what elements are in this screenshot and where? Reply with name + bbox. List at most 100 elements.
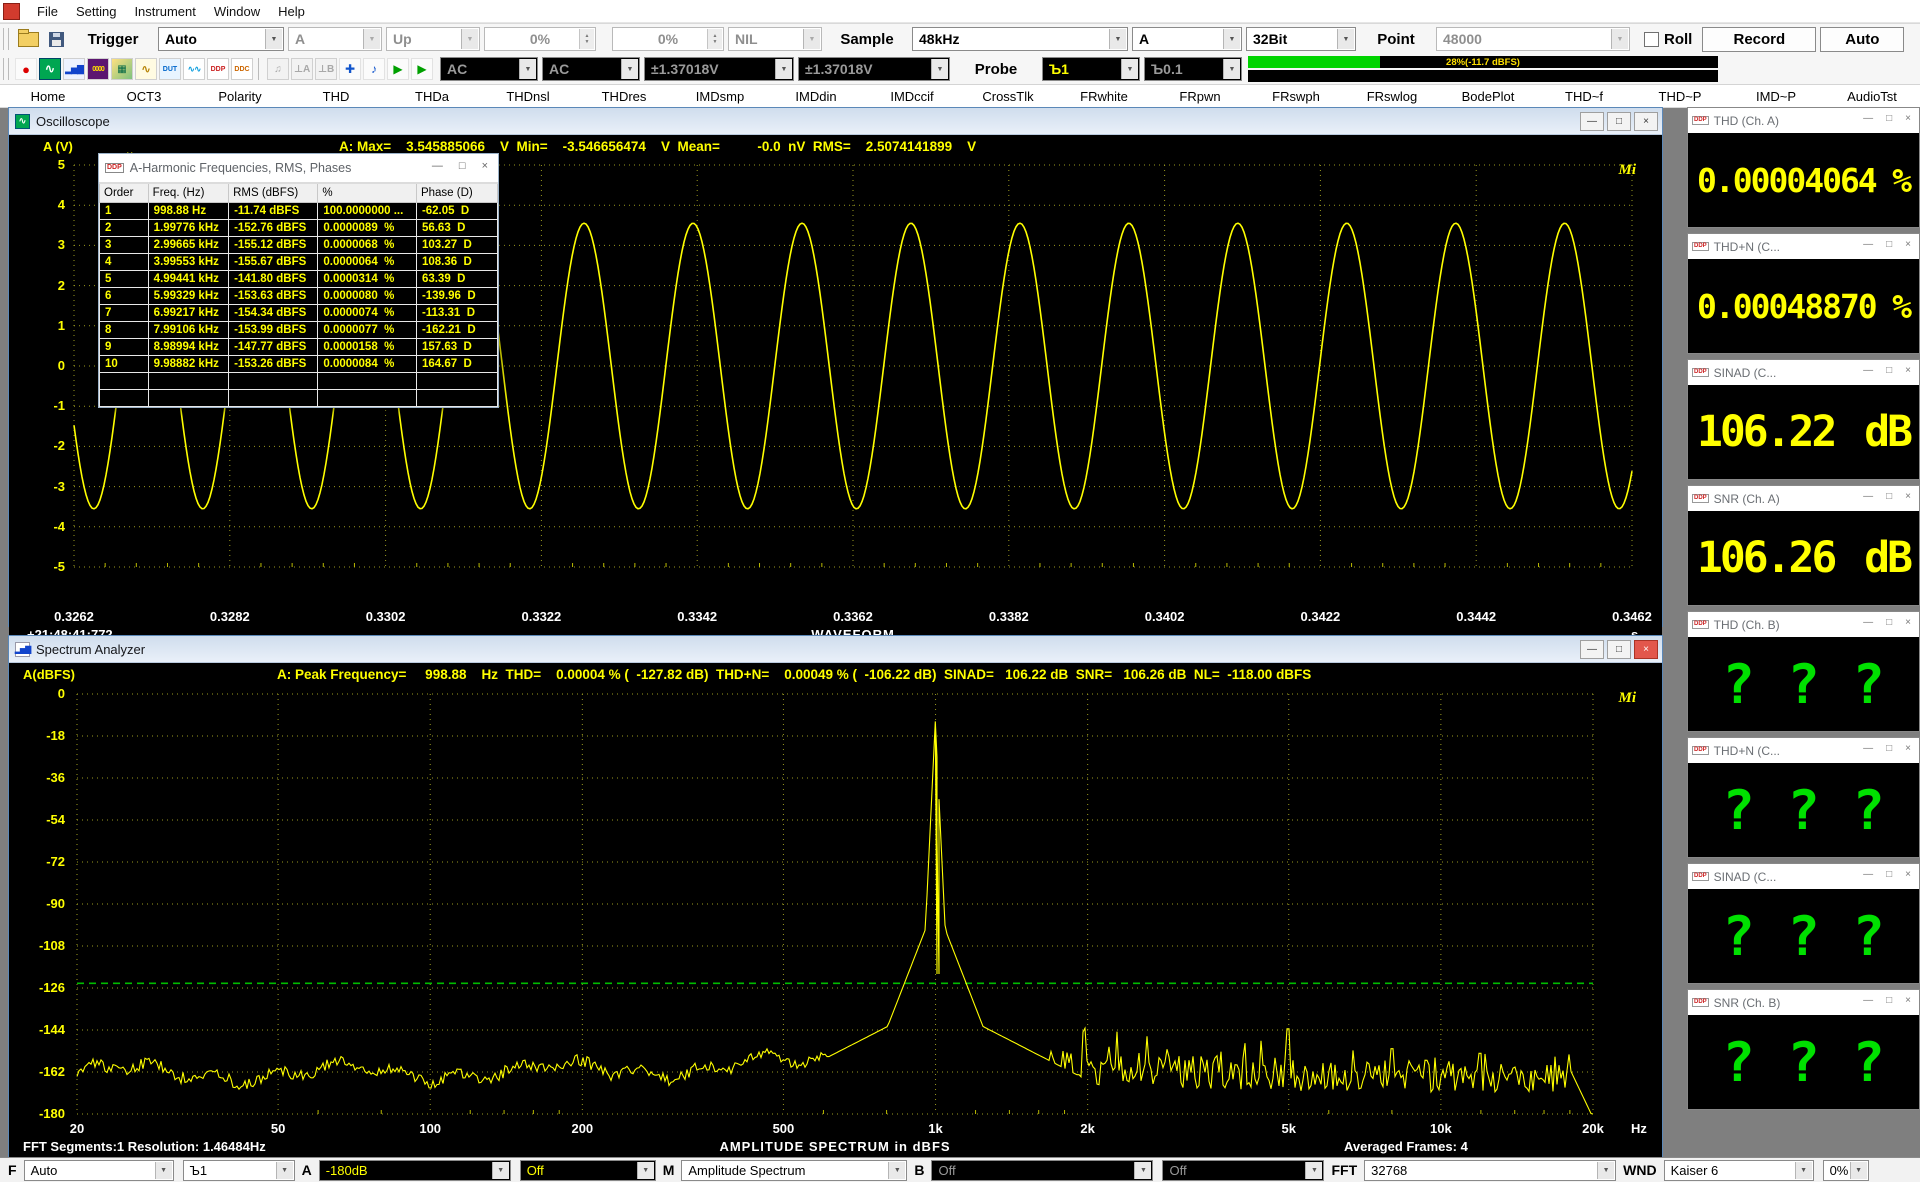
minimize-button[interactable]: — xyxy=(1863,113,1873,124)
close-button[interactable]: × xyxy=(1905,239,1911,250)
minimize-button[interactable]: — xyxy=(1863,743,1873,754)
dropdown-arrow-icon[interactable]: ▼ xyxy=(1795,1162,1812,1179)
toolbar-grip[interactable] xyxy=(3,58,9,80)
maximize-button[interactable]: □ xyxy=(1886,365,1892,376)
minimize-button[interactable]: — xyxy=(1863,617,1873,628)
trigger-level-stepper[interactable]: 0%▲▼ xyxy=(484,27,596,51)
spectrum-titlebar[interactable]: ▂▅▇ Spectrum Analyzer — □ × xyxy=(9,636,1662,663)
dropdown-arrow-icon[interactable]: ▼ xyxy=(155,1162,172,1179)
close-button[interactable]: × xyxy=(1905,617,1911,628)
maximize-button[interactable]: □ xyxy=(1886,869,1892,880)
frequency-mode-select[interactable]: Auto▼ xyxy=(24,1160,174,1181)
tab-audiotst[interactable]: AudioTst xyxy=(1824,85,1920,107)
auto-button[interactable]: Auto xyxy=(1820,27,1904,52)
minimize-button[interactable]: — xyxy=(1863,365,1873,376)
maximize-button[interactable]: □ xyxy=(1886,995,1892,1006)
minimize-button[interactable]: — xyxy=(1863,239,1873,250)
minimize-button[interactable]: — xyxy=(1863,995,1873,1006)
menu-file[interactable]: File xyxy=(28,4,67,19)
maximize-button[interactable]: □ xyxy=(1886,617,1892,628)
dropdown-arrow-icon[interactable]: ▼ xyxy=(492,1162,509,1179)
window-function-select[interactable]: Kaiser 6▼ xyxy=(1664,1160,1814,1181)
trigger-delay-stepper[interactable]: 0%▲▼ xyxy=(612,27,724,51)
run-icon[interactable]: ▶ xyxy=(387,58,409,80)
dropdown-arrow-icon[interactable]: ▼ xyxy=(265,29,282,49)
close-button[interactable]: × xyxy=(1905,869,1911,880)
coupling-a-select[interactable]: AC▼ xyxy=(440,57,538,81)
tab-frwhite[interactable]: FRwhite xyxy=(1056,85,1152,107)
dropdown-arrow-icon[interactable]: ▼ xyxy=(621,59,638,79)
probe-calibration-icon[interactable]: ✚ xyxy=(339,58,361,80)
signal-generator-icon[interactable]: ∿ xyxy=(135,58,157,80)
maximize-button[interactable]: □ xyxy=(1886,743,1892,754)
meter-titlebar[interactable]: DDPTHD (Ch. A)—□× xyxy=(1688,108,1919,133)
tab-imdccif[interactable]: IMDccif xyxy=(864,85,960,107)
dropdown-arrow-icon[interactable]: ▼ xyxy=(1305,1162,1322,1179)
ddc-icon[interactable]: DDC xyxy=(231,58,253,80)
dropdown-arrow-icon[interactable]: ▼ xyxy=(888,1162,905,1179)
maximize-button[interactable]: □ xyxy=(1886,113,1892,124)
tab-thda[interactable]: THDa xyxy=(384,85,480,107)
reference-b-icon[interactable]: ⊥B xyxy=(315,58,337,80)
dropdown-arrow-icon[interactable]: ▼ xyxy=(637,1162,654,1179)
dropdown-arrow-icon[interactable]: ▼ xyxy=(1121,59,1138,79)
close-button[interactable]: × xyxy=(1905,491,1911,502)
menu-instrument[interactable]: Instrument xyxy=(125,4,204,19)
menu-window[interactable]: Window xyxy=(205,4,269,19)
tab-frpwn[interactable]: FRpwn xyxy=(1152,85,1248,107)
dropdown-arrow-icon[interactable]: ▼ xyxy=(1611,29,1628,49)
spectrum-3d-plot-icon[interactable]: ▦ xyxy=(111,58,133,80)
dropdown-arrow-icon[interactable]: ▼ xyxy=(1337,29,1354,49)
tab-thd~p[interactable]: THD~P xyxy=(1632,85,1728,107)
sample-channel-select[interactable]: A▼ xyxy=(1132,27,1242,51)
dropdown-arrow-icon[interactable]: ▼ xyxy=(1223,29,1240,49)
spectrum-analyzer-icon[interactable]: ▂▅▇ xyxy=(63,58,85,80)
meter-titlebar[interactable]: DDPSINAD (C...—□× xyxy=(1688,864,1919,889)
checkbox-icon[interactable] xyxy=(1644,32,1659,47)
dropdown-arrow-icon[interactable]: ▼ xyxy=(461,29,478,49)
b-extra-select[interactable]: Off▼ xyxy=(1162,1160,1324,1181)
fft-size-select[interactable]: 32768▼ xyxy=(1364,1160,1616,1181)
tab-thd[interactable]: THD xyxy=(288,85,384,107)
trigger-source-select[interactable]: A▼ xyxy=(288,27,382,51)
tab-frswph[interactable]: FRswph xyxy=(1248,85,1344,107)
close-button[interactable]: × xyxy=(1905,995,1911,1006)
range-b-select[interactable]: ±1.37018V▼ xyxy=(798,57,950,81)
minimize-button[interactable]: — xyxy=(1863,491,1873,502)
tab-home[interactable]: Home xyxy=(0,85,96,107)
maximize-button[interactable]: □ xyxy=(1886,491,1892,502)
record-button[interactable]: Record xyxy=(1702,27,1816,52)
meter-titlebar[interactable]: DDPTHD+N (C...—□× xyxy=(1688,234,1919,259)
tab-thdnsl[interactable]: THDnsl xyxy=(480,85,576,107)
run-single-icon[interactable]: ▶ xyxy=(411,58,433,80)
device-test-plan-icon[interactable]: DUT xyxy=(159,58,181,80)
derived-data-point-icon[interactable]: ∿∿ xyxy=(183,58,205,80)
tab-oct3[interactable]: OCT3 xyxy=(96,85,192,107)
bit-depth-select[interactable]: 32Bit▼ xyxy=(1246,27,1356,51)
meter-titlebar[interactable]: DDPTHD (Ch. B)—□× xyxy=(1688,612,1919,637)
minimize-button[interactable]: — xyxy=(432,160,443,172)
menu-help[interactable]: Help xyxy=(269,4,314,19)
tab-crosstlk[interactable]: CrossTlk xyxy=(960,85,1056,107)
meter-titlebar[interactable]: DDPSNR (Ch. B)—□× xyxy=(1688,990,1919,1015)
dropdown-arrow-icon[interactable]: ▼ xyxy=(1597,1162,1614,1179)
minimize-button[interactable]: — xyxy=(1580,640,1604,659)
dropdown-arrow-icon[interactable]: ▼ xyxy=(931,59,948,79)
menu-setting[interactable]: Setting xyxy=(67,4,125,19)
meter-titlebar[interactable]: DDPSNR (Ch. A)—□× xyxy=(1688,486,1919,511)
maximize-button[interactable]: □ xyxy=(1607,640,1631,659)
trigger-edge-select[interactable]: Up▼ xyxy=(386,27,480,51)
probe-a-select[interactable]: Ъ1▼ xyxy=(1042,57,1140,81)
ddp-viewer-icon[interactable]: DDP xyxy=(207,58,229,80)
dropdown-arrow-icon[interactable]: ▼ xyxy=(1134,1162,1151,1179)
stepper-arrows-icon[interactable]: ▲▼ xyxy=(579,29,594,49)
range-a-select[interactable]: ±1.37018V▼ xyxy=(644,57,794,81)
maximize-button[interactable]: □ xyxy=(459,160,466,172)
save-icon[interactable] xyxy=(49,32,64,47)
frequency-probe-select[interactable]: Ъ1▼ xyxy=(183,1160,295,1181)
a-extra-select[interactable]: Off▼ xyxy=(520,1160,656,1181)
maximize-button[interactable]: □ xyxy=(1886,239,1892,250)
harmonics-titlebar[interactable]: DDP A-Harmonic Frequencies, RMS, Phases … xyxy=(99,154,498,182)
trigger-mode-select[interactable]: Auto▼ xyxy=(158,27,284,51)
close-button[interactable]: × xyxy=(1634,112,1658,131)
